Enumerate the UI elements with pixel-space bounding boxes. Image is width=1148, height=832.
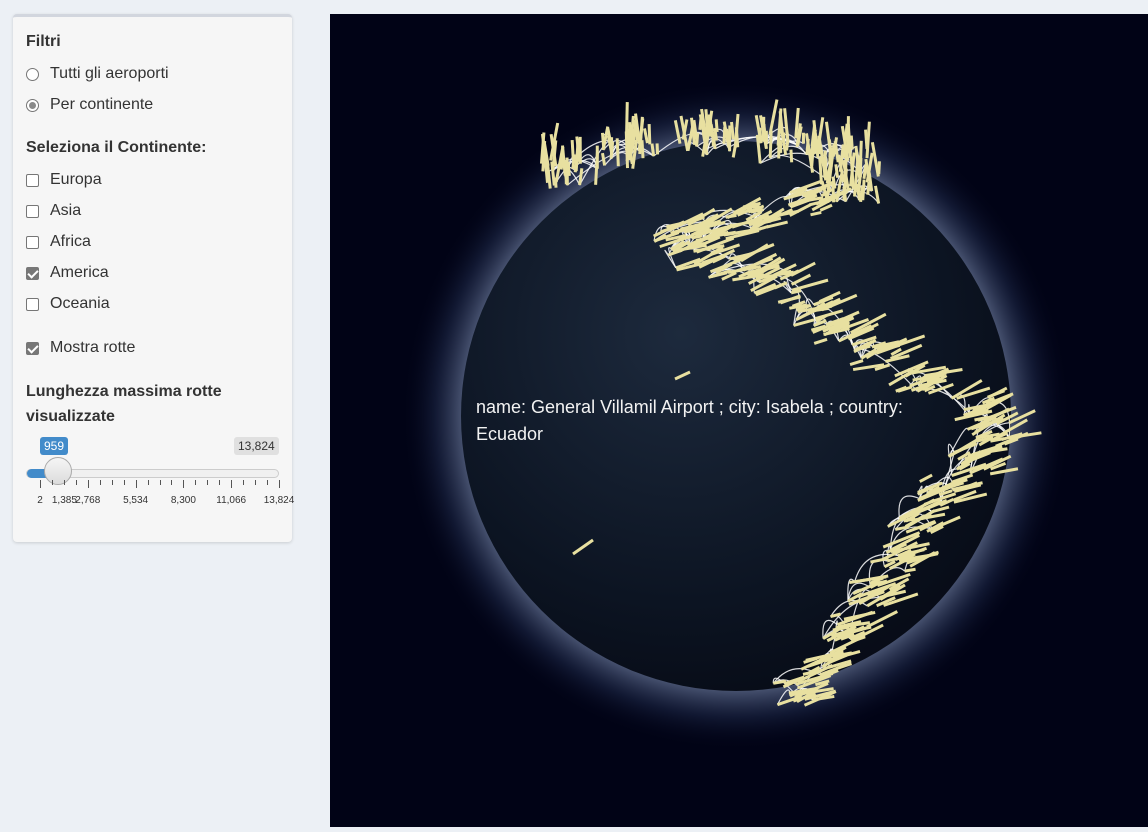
slider-tick <box>171 480 173 485</box>
airport-bar <box>730 121 735 140</box>
slider-tick <box>195 480 197 485</box>
airport-bar <box>864 129 869 150</box>
checkbox-asia-label: Asia <box>50 202 82 219</box>
sidebar-panel: Filtri Tutti gli aeroporti Per continent… <box>13 14 295 542</box>
continent-title: Seleziona il Continente: <box>26 139 207 156</box>
airport-bar <box>904 567 916 573</box>
slider-tick <box>147 480 149 485</box>
airport-bar <box>849 135 854 150</box>
airport-bar <box>570 139 575 160</box>
radio-per-continent[interactable]: Per continente <box>26 96 153 114</box>
airport-bar <box>790 289 802 295</box>
globe-view[interactable]: name: General Villamil Airport ; city: I… <box>330 14 1148 827</box>
radio-all-airports-label: Tutti gli aeroporti <box>50 65 169 82</box>
radio-all-airports-input[interactable] <box>26 67 39 81</box>
checkbox-america-input[interactable] <box>26 266 39 280</box>
slider-tick <box>75 480 77 485</box>
slider-tick <box>231 480 233 488</box>
airport-bar <box>594 152 599 185</box>
radio-per-continent-input[interactable] <box>26 98 39 112</box>
slider-tick <box>243 480 245 485</box>
checkbox-europa[interactable]: Europa <box>26 171 102 189</box>
slider-tick-label: 8,300 <box>170 495 196 506</box>
airport-bar <box>553 177 558 188</box>
airport-bar <box>862 164 868 179</box>
checkbox-asia-input[interactable] <box>26 204 39 218</box>
airport-bar <box>615 138 620 167</box>
slider-title-line2: visualizzate <box>26 408 115 425</box>
airport-bar <box>725 213 737 219</box>
slider-tick <box>123 480 125 485</box>
checkbox-asia[interactable]: Asia <box>26 202 81 220</box>
slider-title-line1: Lunghezza massima rotte <box>26 383 222 400</box>
slider-tick-label: 2 <box>37 495 43 506</box>
slider-tick-label: 11,066 <box>216 495 247 506</box>
airport-bar <box>785 139 790 151</box>
radio-per-continent-label: Per continente <box>50 96 154 113</box>
checkbox-africa[interactable]: Africa <box>26 233 91 251</box>
airport-bar <box>858 157 863 175</box>
airport-bar <box>866 181 871 195</box>
airport-bar <box>789 149 794 163</box>
checkbox-show-routes-input[interactable] <box>26 341 39 355</box>
radio-all-airports[interactable]: Tutti gli aeroporti <box>26 65 169 83</box>
slider-tick <box>255 480 257 485</box>
slider-tick <box>40 480 41 488</box>
tooltip-line1: name: General Villamil Airport ; city: I… <box>476 397 903 417</box>
airport-bar <box>647 123 652 145</box>
checkbox-europa-label: Europa <box>50 171 102 188</box>
slider-tick-label: 13,824 <box>263 495 295 506</box>
airport-bar <box>714 119 719 133</box>
slider-handle[interactable] <box>43 457 72 485</box>
airport-bar <box>624 102 629 142</box>
checkbox-oceania-label: Oceania <box>50 295 110 312</box>
checkbox-america[interactable]: America <box>26 264 109 282</box>
checkbox-africa-input[interactable] <box>26 235 39 249</box>
slider-tick-label: 2,768 <box>75 495 101 506</box>
checkbox-oceania-input[interactable] <box>26 297 39 311</box>
slider-tick <box>99 480 101 485</box>
slider-tick <box>267 480 269 485</box>
airport-bar <box>843 150 849 178</box>
slider-tick-label: 5,534 <box>123 495 149 506</box>
airport-bar <box>734 127 740 148</box>
slider-max-badge: 13,824 <box>234 437 279 455</box>
airport-bar <box>609 141 615 159</box>
airport-bar <box>773 679 787 685</box>
checkbox-america-label: America <box>50 264 109 281</box>
filters-title: Filtri <box>26 33 61 50</box>
slider-tick <box>63 480 65 485</box>
checkbox-show-routes-label: Mostra rotte <box>50 339 136 356</box>
airport-bar <box>859 186 864 203</box>
airport-bar <box>691 234 703 240</box>
airport-bar <box>640 140 645 159</box>
airport-bar <box>758 127 763 142</box>
checkbox-africa-label: Africa <box>50 233 91 250</box>
slider-value-badge: 959 <box>40 437 69 455</box>
slider-tick <box>183 480 185 488</box>
airport-bar <box>695 132 700 147</box>
airport-bar <box>601 152 607 166</box>
tooltip-line2: Ecuador <box>476 424 544 444</box>
slider-tick <box>279 480 280 488</box>
airport-tooltip: name: General Villamil Airport ; city: I… <box>476 394 946 448</box>
slider-tick <box>135 480 137 488</box>
airport-bar <box>834 164 840 178</box>
slider-tick <box>51 480 53 485</box>
slider-tick <box>159 480 161 485</box>
slider-tick <box>111 480 113 485</box>
airport-bar <box>650 143 656 157</box>
slider-tick <box>219 480 221 485</box>
checkbox-show-routes[interactable]: Mostra rotte <box>26 339 135 357</box>
checkbox-oceania[interactable]: Oceania <box>26 295 110 313</box>
slider-tick <box>87 480 89 488</box>
checkbox-europa-input[interactable] <box>26 173 39 187</box>
airport-bar <box>836 625 850 631</box>
slider-tick <box>207 480 209 485</box>
slider-tick-label: 1,385 <box>51 495 77 506</box>
airport-bar <box>768 130 773 158</box>
